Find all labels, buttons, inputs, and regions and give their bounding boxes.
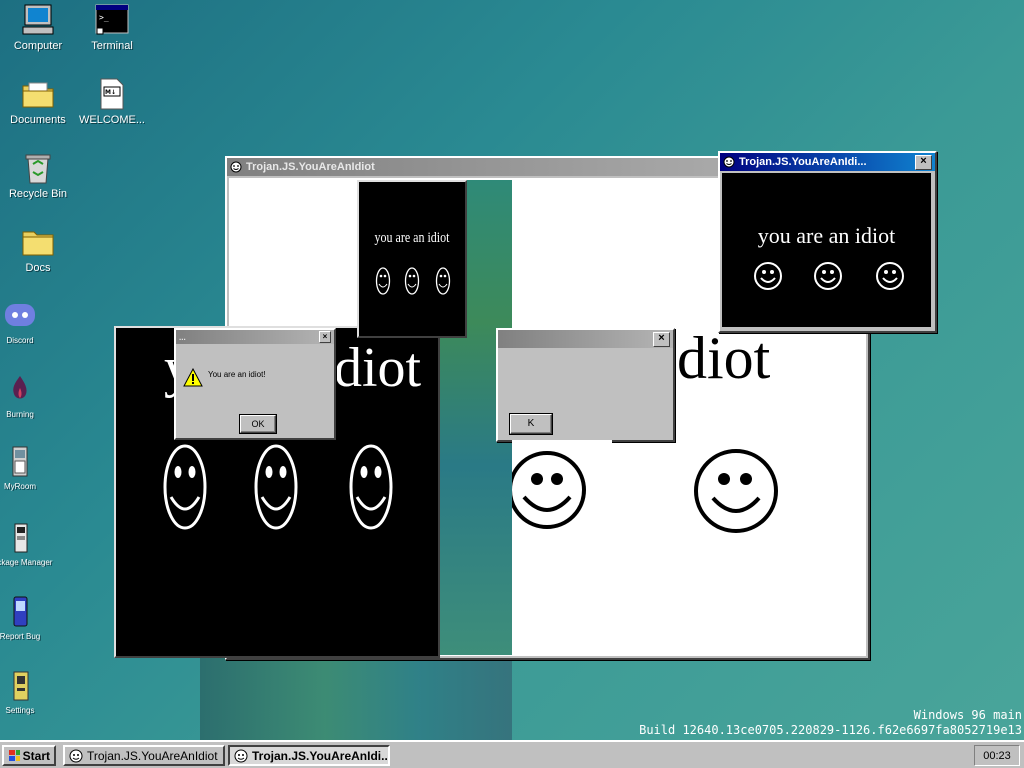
smiley-face-icon: [375, 267, 391, 295]
window-content: you are an idiot: [722, 173, 931, 327]
alert-dialog-small[interactable]: ... × You are an idiot! OK: [174, 328, 336, 440]
desktop-icon-label: Recycle Bin: [8, 188, 68, 200]
discord-icon: [3, 300, 37, 332]
smiley-face-icon: [512, 451, 586, 529]
title-bar[interactable]: ... ×: [176, 330, 334, 344]
clock-time: 00:23: [983, 749, 1011, 762]
idiot-text-2: diot: [334, 337, 422, 399]
smiley-icon: [723, 156, 735, 168]
window-title: ...: [179, 332, 186, 342]
desktop-icon-label: Terminal: [91, 40, 133, 52]
idiot-window-popup[interactable]: Trojan.JS.YouAreAnIdi... × you are an id…: [718, 151, 937, 333]
desktop-icon-label: Settings: [5, 706, 35, 715]
desktop-icon-label: Computer: [13, 40, 63, 52]
smiley-face-icon: [404, 267, 420, 295]
ok-label: OK: [251, 419, 265, 429]
system-tray-clock[interactable]: 00:23: [974, 745, 1020, 766]
desktop-icon-label: Burning: [6, 410, 34, 419]
alert-dialog-mid[interactable]: × K: [496, 328, 675, 442]
ok-label: K: [527, 418, 535, 429]
computer-icon: [21, 4, 55, 36]
title-bar[interactable]: Trojan.JS.YouAreAnIdi... ×: [720, 153, 935, 171]
smiley-face-icon: [694, 449, 778, 533]
burning-icon: [3, 374, 37, 406]
taskbar: Start Trojan.JS.YouAreAnIdiot Trojan.JS.…: [0, 740, 1024, 768]
recycle-bin-icon: [21, 152, 55, 184]
title-bar[interactable]: ×: [498, 330, 673, 348]
desktop-icon-label: WELCOME...: [78, 114, 145, 126]
svg-text:>_: >_: [99, 13, 109, 22]
smiley-face-icon: [876, 262, 904, 290]
close-button[interactable]: ×: [319, 331, 331, 343]
watermark-line1: Windows 96 main: [913, 708, 1022, 722]
alert-message: You are an idiot!: [208, 370, 266, 379]
phone-icon: [3, 446, 37, 478]
taskbar-item-label: Trojan.JS.YouAreAnIdiot: [87, 748, 218, 763]
markdown-file-icon: M↓: [95, 78, 129, 110]
settings-icon: [3, 670, 37, 702]
smiley-face-icon: [435, 267, 451, 295]
desktop-icon-label: Documents: [10, 114, 66, 126]
folder-documents-icon: [21, 78, 55, 110]
terminal-icon: >_: [95, 4, 129, 36]
desktop-icon-label: Discord: [6, 336, 34, 345]
desktop-icon-package-manager[interactable]: Package Manager: [0, 522, 58, 567]
idiot-text: diot: [677, 325, 771, 391]
desktop-icon-discord[interactable]: Discord: [0, 300, 58, 345]
close-button[interactable]: ×: [653, 331, 670, 347]
desktop-icon-settings[interactable]: Settings: [0, 670, 58, 715]
desktop-icon-report-bug[interactable]: Report Bug: [0, 596, 58, 641]
desktop-icon-docs[interactable]: Docs: [0, 226, 76, 274]
warning-icon: [183, 368, 203, 387]
smiley-face-icon: [814, 262, 842, 290]
idiot-text: you are an idiot: [757, 223, 896, 248]
desktop-icon-recycle-bin[interactable]: Recycle Bin: [0, 152, 76, 200]
ok-button[interactable]: K: [510, 414, 552, 434]
desktop-icon-computer[interactable]: Computer: [0, 4, 76, 52]
svg-text:M↓: M↓: [105, 89, 116, 96]
start-label: Start: [22, 748, 50, 763]
close-button[interactable]: ×: [915, 154, 932, 170]
smiley-face-icon: [754, 262, 782, 290]
start-logo-icon: [9, 749, 20, 761]
start-button[interactable]: Start: [2, 745, 56, 766]
desktop-icon-terminal[interactable]: >_ Terminal: [74, 4, 150, 52]
package-manager-icon: [3, 522, 37, 554]
smiley-face-icon: [349, 444, 393, 530]
smiley-face-icon: [163, 444, 207, 530]
desktop-icon-label: Docs: [25, 262, 51, 274]
folder-icon: [21, 226, 55, 258]
smiley-icon: [69, 749, 83, 762]
ok-button[interactable]: OK: [240, 415, 276, 433]
taskbar-item-idiot-1[interactable]: Trojan.JS.YouAreAnIdiot: [63, 745, 225, 766]
desktop-icon-burning[interactable]: Burning: [0, 374, 58, 419]
taskbar-item-label: Trojan.JS.YouAreAnIdi...: [252, 748, 390, 763]
smiley-icon: [234, 749, 248, 762]
window-title: Trojan.JS.YouAreAnIdi...: [739, 156, 867, 168]
idiot-popup-small[interactable]: you are an idiot: [357, 180, 467, 338]
desktop-icon-label: Package Manager: [0, 558, 53, 567]
desktop-icon-documents[interactable]: Documents: [0, 78, 76, 126]
report-bug-icon: [3, 596, 37, 628]
desktop-icon-label: Report Bug: [0, 632, 41, 641]
build-watermark: Windows 96 main Build 12640.13ce0705.220…: [639, 708, 1022, 738]
watermark-line2: Build 12640.13ce0705.220829-1126.f62e669…: [639, 723, 1022, 737]
taskbar-item-idiot-2[interactable]: Trojan.JS.YouAreAnIdi...: [228, 745, 390, 766]
desktop-icon-welcome[interactable]: M↓ WELCOME...: [74, 78, 150, 126]
smiley-icon: [230, 161, 242, 173]
smiley-face-icon: [254, 444, 298, 530]
glitch-artifact: [200, 655, 512, 740]
desktop-icon-myroom[interactable]: MyRoom: [0, 446, 58, 491]
desktop-icon-label: MyRoom: [3, 482, 36, 491]
idiot-text: you are an idiot: [374, 230, 450, 246]
window-content-fragment: [512, 440, 612, 540]
